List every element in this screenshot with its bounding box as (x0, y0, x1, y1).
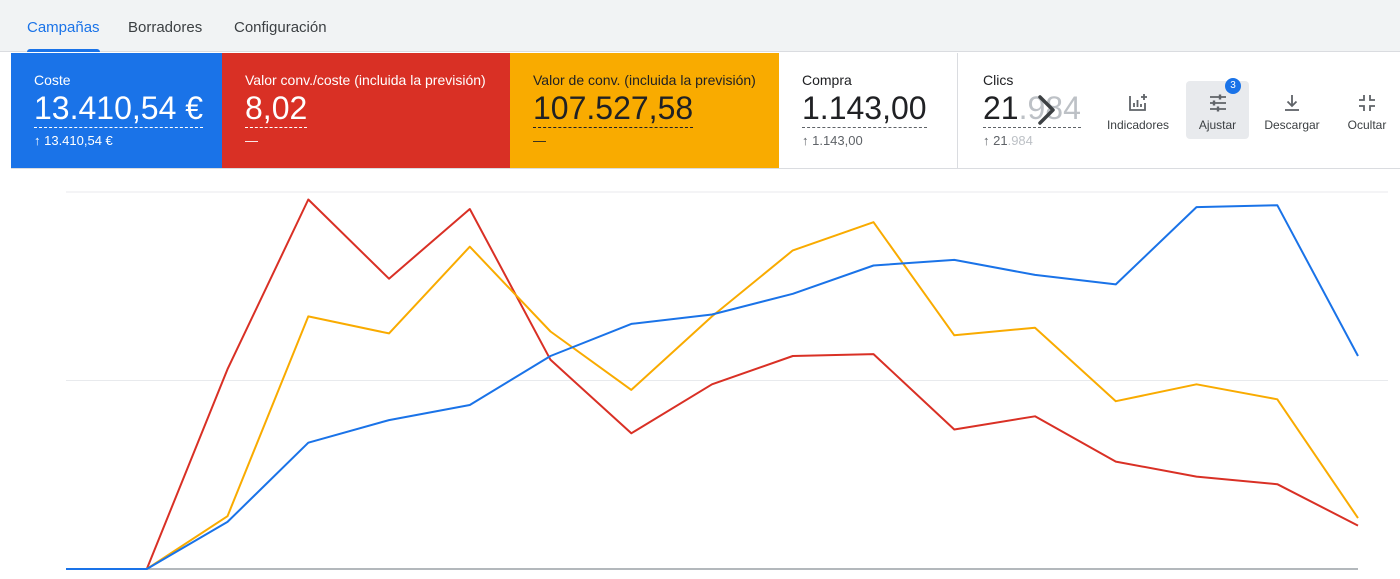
metric-label: Valor conv./coste (incluida la previsión… (245, 72, 486, 88)
metric-value: 1.143,00 (802, 90, 927, 128)
metric-card-valor-conv-coste[interactable]: Valor conv./coste (incluida la previsión… (222, 53, 510, 168)
next-metrics-button[interactable] (1027, 90, 1067, 130)
metric-card-clics[interactable]: Clics 21.984 ↑ 21.984 (958, 53, 1400, 168)
series-line-0 (66, 204, 1359, 570)
indicators-button[interactable]: Indicadores (1101, 81, 1175, 139)
metric-value: 107.527,58 (533, 90, 694, 128)
download-button[interactable]: Descargar (1259, 81, 1325, 139)
hide-button[interactable]: Ocultar (1338, 81, 1396, 139)
download-icon (1285, 95, 1299, 111)
tab-campanas[interactable]: Campañas (27, 0, 100, 52)
active-tab-indicator (27, 49, 100, 52)
chevron-right-icon (1038, 95, 1055, 125)
metric-change: — (245, 133, 258, 148)
adjust-button[interactable]: 3 Ajustar (1186, 78, 1249, 139)
indicators-label: Indicadores (1106, 118, 1170, 132)
metric-change: — (533, 133, 546, 148)
tab-configuracion[interactable]: Configuración (234, 0, 327, 52)
tab-borradores[interactable]: Borradores (128, 0, 202, 52)
adjust-badge: 3 (1225, 78, 1241, 94)
tune-icon (1209, 94, 1226, 112)
top-tab-bar: Campañas Borradores Configuración (0, 0, 1400, 52)
metric-value: 13.410,54 € (34, 90, 204, 128)
metric-card-compra[interactable]: Compra 1.143,00 ↑ 1.143,00 (779, 53, 958, 168)
metric-change: ↑ 1.143,00 (802, 133, 863, 148)
collapse-icon (1359, 95, 1375, 111)
metric-card-coste[interactable]: Coste 13.410,54 € ↑ 13.410,54 € (11, 53, 222, 168)
metric-label: Compra (802, 72, 852, 88)
adjust-label: Ajustar (1198, 118, 1237, 132)
metric-card-valor-conv[interactable]: Valor de conv. (incluida la previsión) 1… (510, 53, 779, 168)
add-chart-icon (1129, 94, 1147, 111)
metric-value: 8,02 (245, 90, 308, 128)
download-label: Descargar (1264, 118, 1320, 132)
hide-label: Ocultar (1347, 118, 1387, 132)
series-line-1 (66, 198, 1359, 570)
metric-label: Valor de conv. (incluida la previsión) (533, 72, 756, 88)
series-line-2 (66, 221, 1359, 570)
metric-label: Coste (34, 72, 71, 88)
metric-change: ↑ 13.410,54 € (34, 133, 113, 148)
performance-line-chart (66, 191, 1388, 570)
